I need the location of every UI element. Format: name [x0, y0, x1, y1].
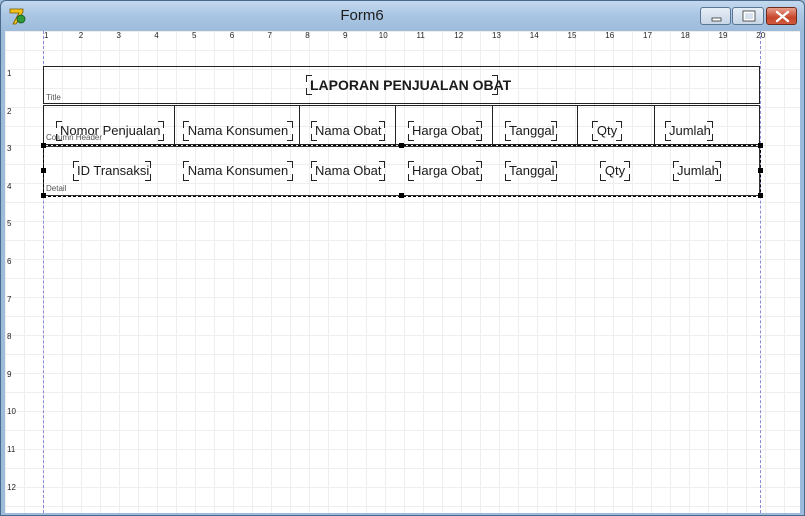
title-band[interactable]: Title LAPORAN PENJUALAN OBAT [43, 66, 760, 104]
ruler-tick-label: 8 [305, 31, 310, 40]
ruler-tick-label: 14 [529, 31, 539, 40]
ruler-tick-label: 10 [7, 407, 16, 417]
ruler-tick-label: 12 [454, 31, 464, 40]
column-header-band[interactable]: Column Header Nomor Penjualan Nama Konsu… [43, 105, 760, 146]
ruler-tick-label: 9 [7, 369, 12, 379]
ruler-tick-label: 3 [7, 144, 12, 154]
ruler-tick-label: 13 [492, 31, 501, 40]
ruler-tick-label: 11 [7, 445, 16, 454]
resize-handle[interactable] [41, 168, 46, 173]
ruler-tick-label: 9 [343, 31, 348, 40]
column-header-label[interactable]: Harga Obat [408, 121, 482, 141]
column-header-label[interactable]: Jumlah [665, 121, 713, 141]
title-band-label: Title [46, 93, 61, 102]
column-header-text: Harga Obat [412, 123, 480, 138]
column-divider [395, 106, 396, 146]
resize-handle[interactable] [399, 193, 404, 198]
ruler-tick-label: 4 [154, 31, 159, 40]
ruler-tick-label: 8 [7, 332, 12, 342]
column-divider [654, 106, 655, 146]
column-header-label[interactable]: Tanggal [505, 121, 557, 141]
column-divider [577, 106, 578, 146]
column-header-label[interactable]: Qty [592, 121, 622, 141]
resize-handle[interactable] [41, 193, 46, 198]
minimize-button[interactable] [700, 7, 731, 25]
ruler-tick-label: 2 [78, 31, 84, 40]
column-header-label[interactable]: Nama Obat [311, 121, 385, 141]
resize-handle[interactable] [399, 143, 404, 148]
ruler-tick-label: 16 [605, 31, 615, 40]
maximize-button[interactable] [732, 7, 764, 25]
ruler-tick-label: 5 [7, 219, 12, 229]
report-design-surface[interactable]: 1 2 3 4 5 6 7 8 9 10 11 12 13 14 15 16 17 18 19 20 12345678… [5, 31, 800, 513]
minimize-icon [711, 17, 722, 22]
column-divider [299, 106, 300, 146]
column-header-label[interactable]: Nama Konsumen [183, 121, 293, 141]
report-title-text: LAPORAN PENJUALAN OBAT [310, 77, 512, 93]
ruler-tick-label: 6 [229, 31, 235, 40]
report-title-label[interactable]: LAPORAN PENJUALAN OBAT [306, 75, 511, 95]
column-header-text: Nama Konsumen [187, 123, 289, 138]
ruler-tick-label: 19 [718, 31, 728, 40]
ruler-tick-label: 2 [7, 106, 12, 116]
ruler-tick-label: 11 [416, 31, 425, 40]
ruler-tick-label: 7 [267, 31, 272, 40]
resize-handle[interactable] [758, 168, 763, 173]
ruler-tick-label: 5 [192, 31, 197, 40]
resize-handle[interactable] [758, 143, 763, 148]
column-header-text: Tanggal [509, 123, 555, 138]
ruler-tick-label: 10 [378, 31, 388, 40]
ruler-tick-label: 15 [567, 31, 577, 40]
ruler-tick-label: 1 [7, 69, 12, 78]
detail-selection-outline [43, 145, 761, 197]
ruler-tick-label: 3 [116, 31, 121, 40]
ruler-tick-label: 1 [44, 31, 49, 40]
column-header-text: Nama Obat [315, 123, 382, 138]
report-designer-window: Form6 1 2 3 4 5 6 7 8 9 10 11 12 13 14 15 16 17 18 19 20 12… [0, 0, 805, 516]
resize-handle[interactable] [758, 193, 763, 198]
column-divider [492, 106, 493, 146]
ruler-tick-label: 17 [643, 31, 652, 40]
title-bar[interactable]: Form6 [1, 1, 804, 31]
column-header-label[interactable]: Nomor Penjualan [56, 121, 164, 141]
column-header-text: Qty [596, 123, 618, 138]
close-icon [775, 10, 790, 23]
right-margin-guide [760, 31, 761, 513]
ruler-tick-label: 7 [7, 294, 12, 304]
resize-handle[interactable] [41, 143, 46, 148]
window-title: Form6 [340, 7, 384, 24]
column-header-text: Jumlah [669, 123, 711, 138]
ruler-tick-label: 6 [7, 257, 12, 266]
ruler-tick-label: 12 [7, 482, 16, 492]
column-divider [174, 106, 175, 146]
ruler-tick-label: 18 [680, 31, 690, 40]
close-button[interactable] [766, 7, 797, 25]
maximize-icon [742, 10, 756, 22]
ruler-tick-label: 4 [7, 181, 12, 191]
column-header-text: Nomor Penjualan [60, 123, 161, 138]
